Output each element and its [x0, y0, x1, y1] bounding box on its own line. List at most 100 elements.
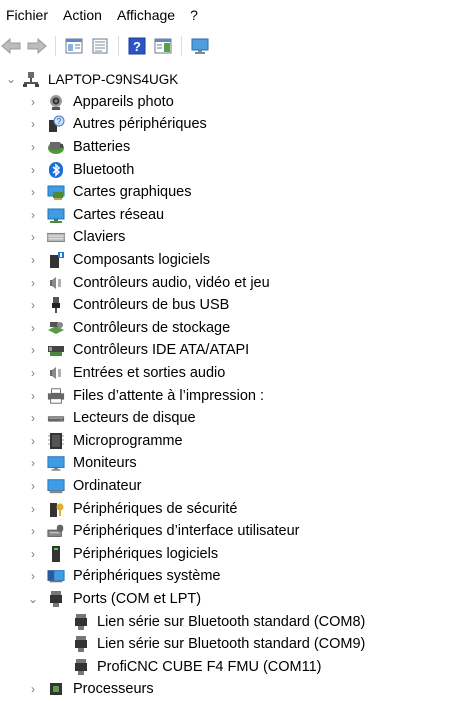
- chevron-right-icon[interactable]: ›: [27, 230, 39, 244]
- monitor-scan-icon[interactable]: [189, 35, 211, 57]
- toolbar: ?: [0, 31, 454, 61]
- tree-category[interactable]: › Microprogramme: [0, 430, 454, 453]
- port-icon: [72, 635, 90, 653]
- tree-category-expanded[interactable]: ⌄ Ports (COM et LPT): [0, 588, 454, 611]
- properties-pane-icon[interactable]: [63, 35, 85, 57]
- tree-category[interactable]: › Contrôleurs de bus USB: [0, 294, 454, 317]
- help-icon[interactable]: ?: [126, 35, 148, 57]
- category-label: Batteries: [73, 139, 131, 156]
- chevron-down-icon[interactable]: ⌄: [27, 592, 39, 606]
- port-icon: [72, 658, 90, 676]
- tree-category[interactable]: › Batteries: [0, 136, 454, 159]
- tree-category[interactable]: › ? Autres périphériques: [0, 113, 454, 136]
- tree-category[interactable]: › Cartes graphiques: [0, 181, 454, 204]
- chevron-right-icon[interactable]: ›: [27, 434, 39, 448]
- tree-category[interactable]: › Contrôleurs de stockage: [0, 317, 454, 340]
- chevron-right-icon[interactable]: ›: [27, 682, 39, 696]
- security-key-icon: [47, 500, 65, 518]
- category-label: Files d’attente à l’impression :: [73, 387, 264, 404]
- chevron-right-icon[interactable]: ›: [27, 276, 39, 290]
- toolbar-separator: [55, 36, 56, 56]
- unknown-device-icon: ?: [47, 115, 65, 133]
- camera-icon: [47, 93, 65, 111]
- chevron-right-icon[interactable]: ›: [27, 411, 39, 425]
- category-label: Lecteurs de disque: [73, 410, 196, 427]
- chevron-right-icon[interactable]: ›: [27, 343, 39, 357]
- svg-text:?: ?: [133, 39, 141, 54]
- battery-icon: [47, 138, 65, 156]
- tree-category[interactable]: › Bluetooth: [0, 158, 454, 181]
- port-icon: [47, 590, 65, 608]
- tree-category[interactable]: › Composants logiciels: [0, 249, 454, 272]
- computer-network-icon: [22, 70, 40, 88]
- chevron-right-icon[interactable]: ›: [27, 456, 39, 470]
- chevron-right-icon[interactable]: ›: [27, 502, 39, 516]
- chevron-right-icon[interactable]: ›: [27, 321, 39, 335]
- category-label: Moniteurs: [73, 455, 137, 472]
- chevron-right-icon[interactable]: ›: [27, 253, 39, 267]
- chevron-right-icon[interactable]: ›: [27, 95, 39, 109]
- tree-category[interactable]: › Périphériques système: [0, 565, 454, 588]
- category-label: Cartes réseau: [73, 206, 165, 223]
- forward-arrow-icon[interactable]: [26, 35, 48, 57]
- tree-category[interactable]: › Lecteurs de disque: [0, 407, 454, 430]
- action-pane-icon[interactable]: [152, 35, 174, 57]
- tree-category[interactable]: › Contrôleurs IDE ATA/ATAPI: [0, 339, 454, 362]
- processor-icon: [47, 680, 65, 698]
- tree-root[interactable]: ⌄ LAPTOP-C9NS4UGK: [0, 68, 454, 91]
- port-icon: [72, 613, 90, 631]
- category-label: Périphériques de sécurité: [73, 500, 238, 517]
- tree-category[interactable]: › Ordinateur: [0, 475, 454, 498]
- tree-category[interactable]: › Périphériques logiciels: [0, 542, 454, 565]
- category-label: Contrôleurs de stockage: [73, 319, 231, 336]
- chevron-right-icon[interactable]: ›: [27, 389, 39, 403]
- chevron-right-icon[interactable]: ›: [27, 163, 39, 177]
- menu-bar: Fichier Action Affichage ?: [0, 0, 454, 30]
- chevron-right-icon[interactable]: ›: [27, 298, 39, 312]
- chevron-right-icon[interactable]: ›: [27, 185, 39, 199]
- tree-category[interactable]: › Claviers: [0, 226, 454, 249]
- disk-drive-icon: [47, 409, 65, 427]
- category-label: Contrôleurs IDE ATA/ATAPI: [73, 342, 250, 359]
- tree-category[interactable]: › Appareils photo: [0, 91, 454, 114]
- menu-affichage[interactable]: Affichage: [117, 7, 184, 23]
- tree-category[interactable]: › Entrées et sorties audio: [0, 362, 454, 385]
- category-label: Contrôleurs de bus USB: [73, 297, 230, 314]
- computer-icon: [47, 477, 65, 495]
- toolbar-separator: [181, 36, 182, 56]
- menu-help[interactable]: ?: [190, 7, 207, 23]
- bluetooth-icon: [47, 161, 65, 179]
- category-label: Processeurs: [73, 681, 154, 698]
- tree-category[interactable]: › Moniteurs: [0, 452, 454, 475]
- menu-action[interactable]: Action: [63, 7, 111, 23]
- menu-fichier[interactable]: Fichier: [6, 7, 57, 23]
- chevron-right-icon[interactable]: ›: [27, 140, 39, 154]
- chevron-right-icon[interactable]: ›: [27, 569, 39, 583]
- tree-category[interactable]: › Périphériques d’interface utilisateur: [0, 520, 454, 543]
- port-device-item[interactable]: ProfiCNC CUBE F4 FMU (COM11): [0, 655, 454, 678]
- tree-category[interactable]: › Contrôleurs audio, vidéo et jeu: [0, 271, 454, 294]
- chevron-right-icon[interactable]: ›: [27, 366, 39, 380]
- back-arrow-icon[interactable]: [0, 35, 22, 57]
- port-device-item[interactable]: Lien série sur Bluetooth standard (COM9): [0, 633, 454, 656]
- chevron-right-icon[interactable]: ›: [27, 479, 39, 493]
- chevron-right-icon[interactable]: ›: [27, 208, 39, 222]
- tree-category-partial[interactable]: › Processeurs: [0, 678, 454, 701]
- category-label: Périphériques d’interface utilisateur: [73, 523, 300, 540]
- toolbar-separator: [118, 36, 119, 56]
- properties-sheet-icon[interactable]: [89, 35, 111, 57]
- device-tree: ⌄ LAPTOP-C9NS4UGK › Appareils photo › ? …: [0, 68, 454, 701]
- category-label: Autres périphériques: [73, 116, 207, 133]
- tree-category[interactable]: › Périphériques de sécurité: [0, 497, 454, 520]
- category-label: Bluetooth: [73, 161, 135, 178]
- chevron-right-icon[interactable]: ›: [27, 524, 39, 538]
- software-component-icon: [47, 251, 65, 269]
- port-device-item[interactable]: Lien série sur Bluetooth standard (COM8): [0, 610, 454, 633]
- firmware-icon: [47, 432, 65, 450]
- chevron-right-icon[interactable]: ›: [27, 117, 39, 131]
- chevron-right-icon[interactable]: ›: [27, 547, 39, 561]
- tree-category[interactable]: › Cartes réseau: [0, 204, 454, 227]
- tree-category[interactable]: › Files d’attente à l’impression :: [0, 384, 454, 407]
- category-label: Entrées et sorties audio: [73, 365, 226, 382]
- chevron-down-icon[interactable]: ⌄: [5, 72, 17, 86]
